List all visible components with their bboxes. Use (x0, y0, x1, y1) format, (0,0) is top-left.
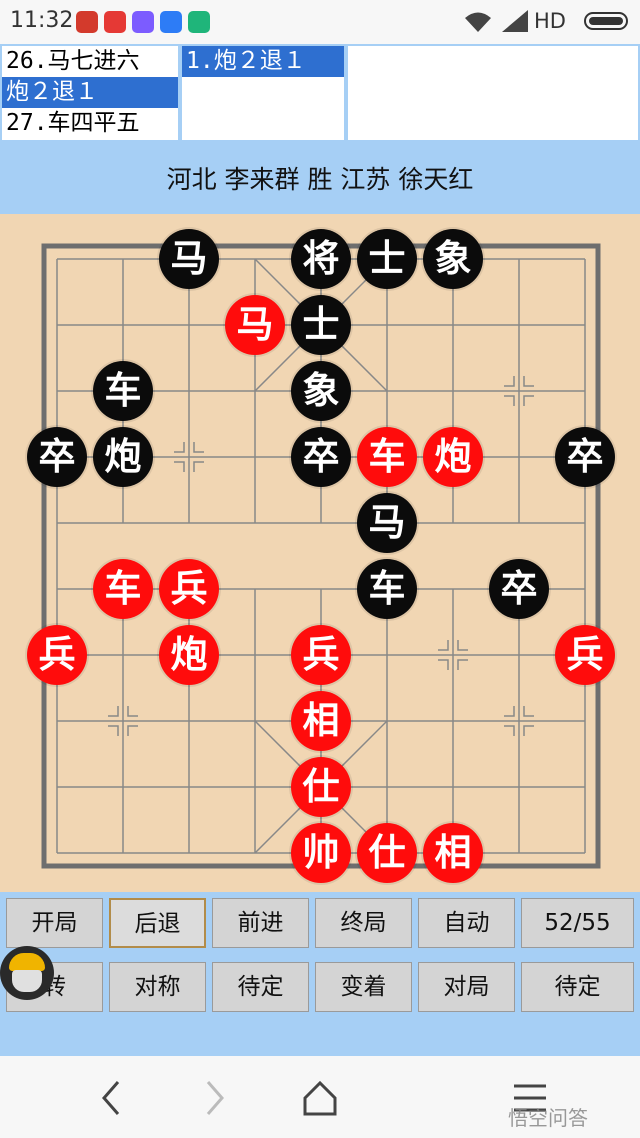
purple-app-icon (132, 11, 154, 33)
status-time: 11:32 (10, 8, 74, 33)
red-piece[interactable]: 仕 (357, 823, 417, 883)
red-piece[interactable]: 兵 (27, 625, 87, 685)
black-piece[interactable]: 象 (423, 229, 483, 289)
black-piece[interactable]: 车 (93, 361, 153, 421)
black-piece[interactable]: 士 (291, 295, 351, 355)
control-row1-button-4[interactable]: 终局 (315, 898, 412, 948)
move-item-selected[interactable]: 炮２退１ (2, 77, 178, 108)
control-row1-button-1[interactable]: 开局 (6, 898, 103, 948)
black-piece[interactable]: 车 (357, 559, 417, 619)
game-title-bar: 河北 李来群 胜 江苏 徐天红 (0, 144, 640, 214)
back-icon[interactable] (96, 1078, 126, 1118)
red-piece[interactable]: 兵 (291, 625, 351, 685)
black-piece[interactable]: 将 (291, 229, 351, 289)
red-piece[interactable]: 马 (225, 295, 285, 355)
control-row1-button-3[interactable]: 前进 (212, 898, 309, 948)
red-piece[interactable]: 车 (93, 559, 153, 619)
black-piece[interactable]: 象 (291, 361, 351, 421)
red-piece[interactable]: 炮 (159, 625, 219, 685)
move-item[interactable]: 26.马七进六 (2, 46, 178, 77)
control-row1-button-6[interactable]: 52/55 (521, 898, 634, 948)
black-piece[interactable]: 卒 (291, 427, 351, 487)
black-piece[interactable]: 马 (159, 229, 219, 289)
move-item[interactable]: 27.车四平五 (2, 108, 178, 139)
floating-assistant-icon[interactable] (0, 946, 54, 1000)
red-piece[interactable]: 车 (357, 427, 417, 487)
red-piece[interactable]: 相 (423, 823, 483, 883)
black-piece[interactable]: 马 (357, 493, 417, 553)
control-row2-button-3[interactable]: 待定 (212, 962, 309, 1012)
toutiao-app-icon (104, 11, 126, 33)
control-row2-button-6[interactable]: 待定 (521, 962, 634, 1012)
chess-board[interactable]: 马将士象马士车象卒炮卒车炮卒马车兵车卒兵炮兵兵相仕帅仕相 (0, 214, 640, 892)
black-piece[interactable]: 卒 (555, 427, 615, 487)
status-bar: 11:32 HD (0, 0, 640, 44)
blue-app-icon (160, 11, 182, 33)
variation-item-selected[interactable]: 1.炮２退１ (182, 46, 344, 77)
control-row1-button-5[interactable]: 自动 (418, 898, 515, 948)
red-piece[interactable]: 帅 (291, 823, 351, 883)
control-row2-button-5[interactable]: 对局 (418, 962, 515, 1012)
red-piece[interactable]: 相 (291, 691, 351, 751)
forward-icon[interactable] (200, 1078, 230, 1118)
network-type-label: HD (534, 9, 566, 33)
black-piece[interactable]: 士 (357, 229, 417, 289)
control-row2-button-2[interactable]: 对称 (109, 962, 206, 1012)
move-list-comments[interactable] (348, 46, 638, 140)
move-list-panel: 26.马七进六 炮２退１ 27.车四平五 1.炮２退１ (0, 44, 640, 144)
control-panel: 开局 后退 前进 终局 自动 52/55 转对称 待定 变着 对局 待定 (0, 892, 640, 1056)
black-piece[interactable]: 炮 (93, 427, 153, 487)
signal-icon (502, 10, 528, 32)
black-piece[interactable]: 卒 (489, 559, 549, 619)
wifi-icon (463, 10, 493, 39)
home-icon[interactable] (300, 1078, 340, 1118)
red-piece[interactable]: 兵 (159, 559, 219, 619)
black-piece[interactable]: 卒 (27, 427, 87, 487)
control-row1-button-2[interactable]: 后退 (109, 898, 206, 948)
battery-icon (584, 12, 628, 30)
move-list-main[interactable]: 26.马七进六 炮２退１ 27.车四平五 (2, 46, 178, 140)
move-list-variation[interactable]: 1.炮２退１ (182, 46, 344, 140)
green-app-icon (188, 11, 210, 33)
red-piece[interactable]: 仕 (291, 757, 351, 817)
game-app-icon (76, 11, 98, 33)
watermark-text: 悟空问答 (508, 1106, 588, 1130)
red-piece[interactable]: 兵 (555, 625, 615, 685)
red-piece[interactable]: 炮 (423, 427, 483, 487)
game-title: 河北 李来群 胜 江苏 徐天红 (166, 165, 474, 194)
control-row2-button-4[interactable]: 变着 (315, 962, 412, 1012)
